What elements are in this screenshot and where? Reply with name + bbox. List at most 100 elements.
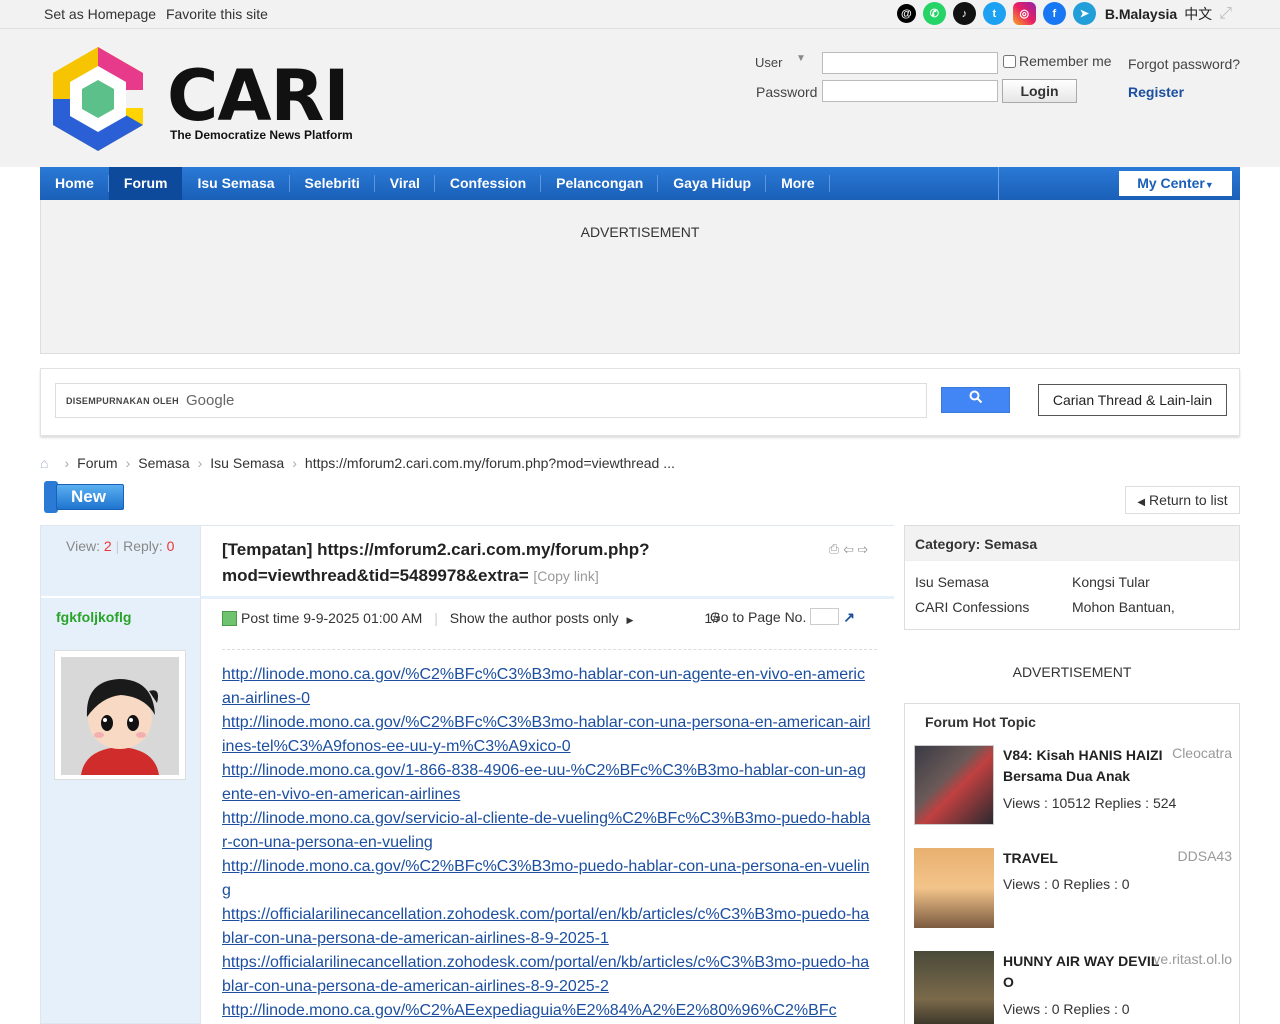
nav-confession[interactable]: Confession xyxy=(435,167,542,200)
next-thread-icon[interactable]: ⇨ xyxy=(858,541,872,556)
brand-name: CARI xyxy=(167,55,349,137)
tiktok-icon[interactable]: ♪ xyxy=(952,2,976,25)
author-only-link[interactable]: Show the author posts only xyxy=(450,610,619,626)
post-link[interactable]: https://officialarilinecancellation.zoho… xyxy=(222,903,872,951)
post-link[interactable]: http://linode.mono.ca.gov/servicio-al-cl… xyxy=(222,807,872,855)
telegram-icon[interactable]: ➤ xyxy=(1072,2,1096,25)
threads-icon[interactable]: @ xyxy=(896,4,916,23)
remember-row: Remember me xyxy=(1003,53,1112,69)
login-form: User ▼ Remember me Forgot password? Pass… xyxy=(740,49,1250,109)
ad-label: ADVERTISEMENT xyxy=(580,224,700,240)
post-content: [Tempatan] https://mforum2.cari.com.my/f… xyxy=(201,525,894,1024)
nav-isu-semasa[interactable]: Isu Semasa xyxy=(182,167,290,200)
category-item[interactable]: Mohon Bantuan, xyxy=(1072,599,1175,615)
hot-topic-author[interactable]: Cleocatra xyxy=(1172,745,1232,761)
previous-thread-icon[interactable]: ⇦ xyxy=(843,541,857,556)
set-homepage-link[interactable]: Set as Homepage xyxy=(44,6,156,22)
category-item[interactable]: Isu Semasa xyxy=(915,574,989,590)
nav-selebriti[interactable]: Selebriti xyxy=(290,167,376,200)
post-link[interactable]: http://linode.mono.ca.gov/1-866-838-4906… xyxy=(222,759,872,807)
search-section: DISEMPURNAKAN OLEH Google Carian Thread … xyxy=(40,368,1240,436)
facebook-icon[interactable]: f xyxy=(1042,2,1066,25)
sidebar-ad-label: ADVERTISEMENT xyxy=(1012,664,1132,680)
password-input[interactable] xyxy=(822,80,998,102)
user-dropdown-icon[interactable]: ▼ xyxy=(796,53,806,64)
chevron-left-icon: ◀ xyxy=(1137,497,1146,508)
hot-topic-thumbnail[interactable] xyxy=(914,951,994,1024)
cari-logo-icon[interactable] xyxy=(48,44,148,159)
thread-search-button[interactable]: Carian Thread & Lain-lain xyxy=(1038,384,1227,416)
hot-topic-title[interactable]: TRAVEL xyxy=(1003,848,1163,869)
caret-down-icon: ▼ xyxy=(1204,180,1214,190)
hot-topic-author[interactable]: DDSA43 xyxy=(1178,848,1232,864)
twitter-icon[interactable]: t xyxy=(982,2,1006,25)
avatar[interactable] xyxy=(54,650,186,780)
language-link[interactable]: 中文 xyxy=(1184,4,1212,24)
hot-topic-item[interactable]: V84: Kisah HANIS HAIZI Bersama Dua Anak … xyxy=(914,745,1232,827)
hot-topic-item[interactable]: HUNNY AIR WAY DEVIL O ve.ritast.ol.lo Vi… xyxy=(914,951,1232,1024)
new-post-button[interactable]: New xyxy=(44,481,124,513)
whatsapp-icon[interactable]: ✆ xyxy=(922,2,946,25)
nav-viral[interactable]: Viral xyxy=(375,167,436,200)
hot-topic-title[interactable]: V84: Kisah HANIS HAIZI Bersama Dua Anak xyxy=(1003,745,1163,787)
post-link[interactable]: http://linode.mono.ca.gov/%C2%BFc%C3%B3m… xyxy=(222,711,872,759)
breadcrumb-semasa[interactable]: Semasa xyxy=(138,455,189,471)
hot-topic-thumbnail[interactable] xyxy=(914,745,994,825)
thread-stats: View: 2 | Reply: 0 xyxy=(66,538,175,554)
fullscreen-icon[interactable]: ⤢ xyxy=(1219,5,1232,23)
instagram-icon[interactable]: ◎ xyxy=(1012,2,1036,25)
breadcrumb: ⌂ › Forum › Semasa › Isu Semasa › https:… xyxy=(40,455,675,471)
nav-pelancongan[interactable]: Pelancongan xyxy=(541,167,659,200)
nav-home[interactable]: Home xyxy=(40,167,109,200)
register-link[interactable]: Register xyxy=(1128,84,1184,100)
hot-topic-item[interactable]: TRAVEL DDSA43 Views : 0 Replies : 0 xyxy=(914,848,1232,930)
home-icon[interactable]: ⌂ xyxy=(40,455,48,471)
my-center-button[interactable]: My Center▼ xyxy=(1119,171,1232,196)
region-link[interactable]: B.Malaysia xyxy=(1105,6,1177,22)
copy-link-button[interactable]: [Copy link] xyxy=(533,568,598,584)
nav-gaya-hidup[interactable]: Gaya Hidup xyxy=(658,167,766,200)
username-input[interactable] xyxy=(822,52,998,74)
hot-topic-thumbnail[interactable] xyxy=(914,848,994,928)
breadcrumb-forum[interactable]: Forum xyxy=(77,455,117,471)
post-link[interactable]: http://linode.mono.ca.gov/%C2%BFc%C3%B3m… xyxy=(222,663,872,711)
category-item[interactable]: CARI Confessions xyxy=(915,599,1029,615)
breadcrumb-isu-semasa[interactable]: Isu Semasa xyxy=(210,455,284,471)
category-item[interactable]: Kongsi Tular xyxy=(1072,574,1150,590)
hot-topic-box: Forum Hot Topic V84: Kisah HANIS HAIZI B… xyxy=(904,703,1240,1024)
thread-tools: ⎙⇦⇨ xyxy=(829,541,872,557)
post-link[interactable]: https://officialarilinecancellation.zoho… xyxy=(222,951,872,999)
chevron-right-icon: ▶ xyxy=(626,615,634,625)
my-center-label: My Center xyxy=(1137,175,1205,191)
post-link[interactable]: http://linode.mono.ca.gov/%C2%BFc%C3%B3m… xyxy=(222,855,872,903)
forgot-password-link[interactable]: Forgot password? xyxy=(1128,56,1240,72)
reply-label: Reply: xyxy=(123,538,163,554)
hot-topic-stats: Views : 0 Replies : 0 xyxy=(1003,1001,1130,1017)
nav-more[interactable]: More xyxy=(766,167,830,200)
hot-topic-title[interactable]: HUNNY AIR WAY DEVIL O xyxy=(1003,951,1163,993)
post-link[interactable]: http://linode.mono.ca.gov/%C2%AEexpediag… xyxy=(222,999,872,1023)
user-label: User xyxy=(755,55,783,70)
main-nav: Home Forum Isu Semasa Selebriti Viral Co… xyxy=(40,167,1240,200)
google-search-button[interactable] xyxy=(941,387,1010,413)
header: CARI The Democratize News Platform User … xyxy=(0,29,1280,167)
return-to-list-button[interactable]: ◀ Return to list xyxy=(1125,486,1240,514)
print-icon[interactable]: ⎙ xyxy=(829,541,843,556)
post-time: Post time 9-9-2025 01:00 AM xyxy=(241,610,423,626)
login-button[interactable]: Login xyxy=(1002,79,1077,103)
google-search-input[interactable]: DISEMPURNAKAN OLEH Google xyxy=(55,383,927,418)
search-icon xyxy=(969,390,982,404)
author-name[interactable]: fgkfoljkoflg xyxy=(56,609,131,625)
hot-topic-stats: Views : 10512 Replies : 524 xyxy=(1003,795,1177,811)
go-icon[interactable]: ↗ xyxy=(843,609,855,625)
goto-page-input[interactable] xyxy=(810,608,840,625)
favorite-link[interactable]: Favorite this site xyxy=(166,6,268,22)
nav-forum[interactable]: Forum xyxy=(108,167,183,200)
remember-checkbox[interactable] xyxy=(1003,55,1016,68)
hot-topic-author[interactable]: ve.ritast.ol.lo xyxy=(1153,951,1232,967)
goto-page: Go to Page No. ↗ xyxy=(710,608,855,626)
nav-divider xyxy=(998,167,999,200)
return-label: Return to list xyxy=(1149,492,1228,508)
thread-title: [Tempatan] https://mforum2.cari.com.my/f… xyxy=(222,537,822,589)
view-label: View: xyxy=(66,538,100,554)
